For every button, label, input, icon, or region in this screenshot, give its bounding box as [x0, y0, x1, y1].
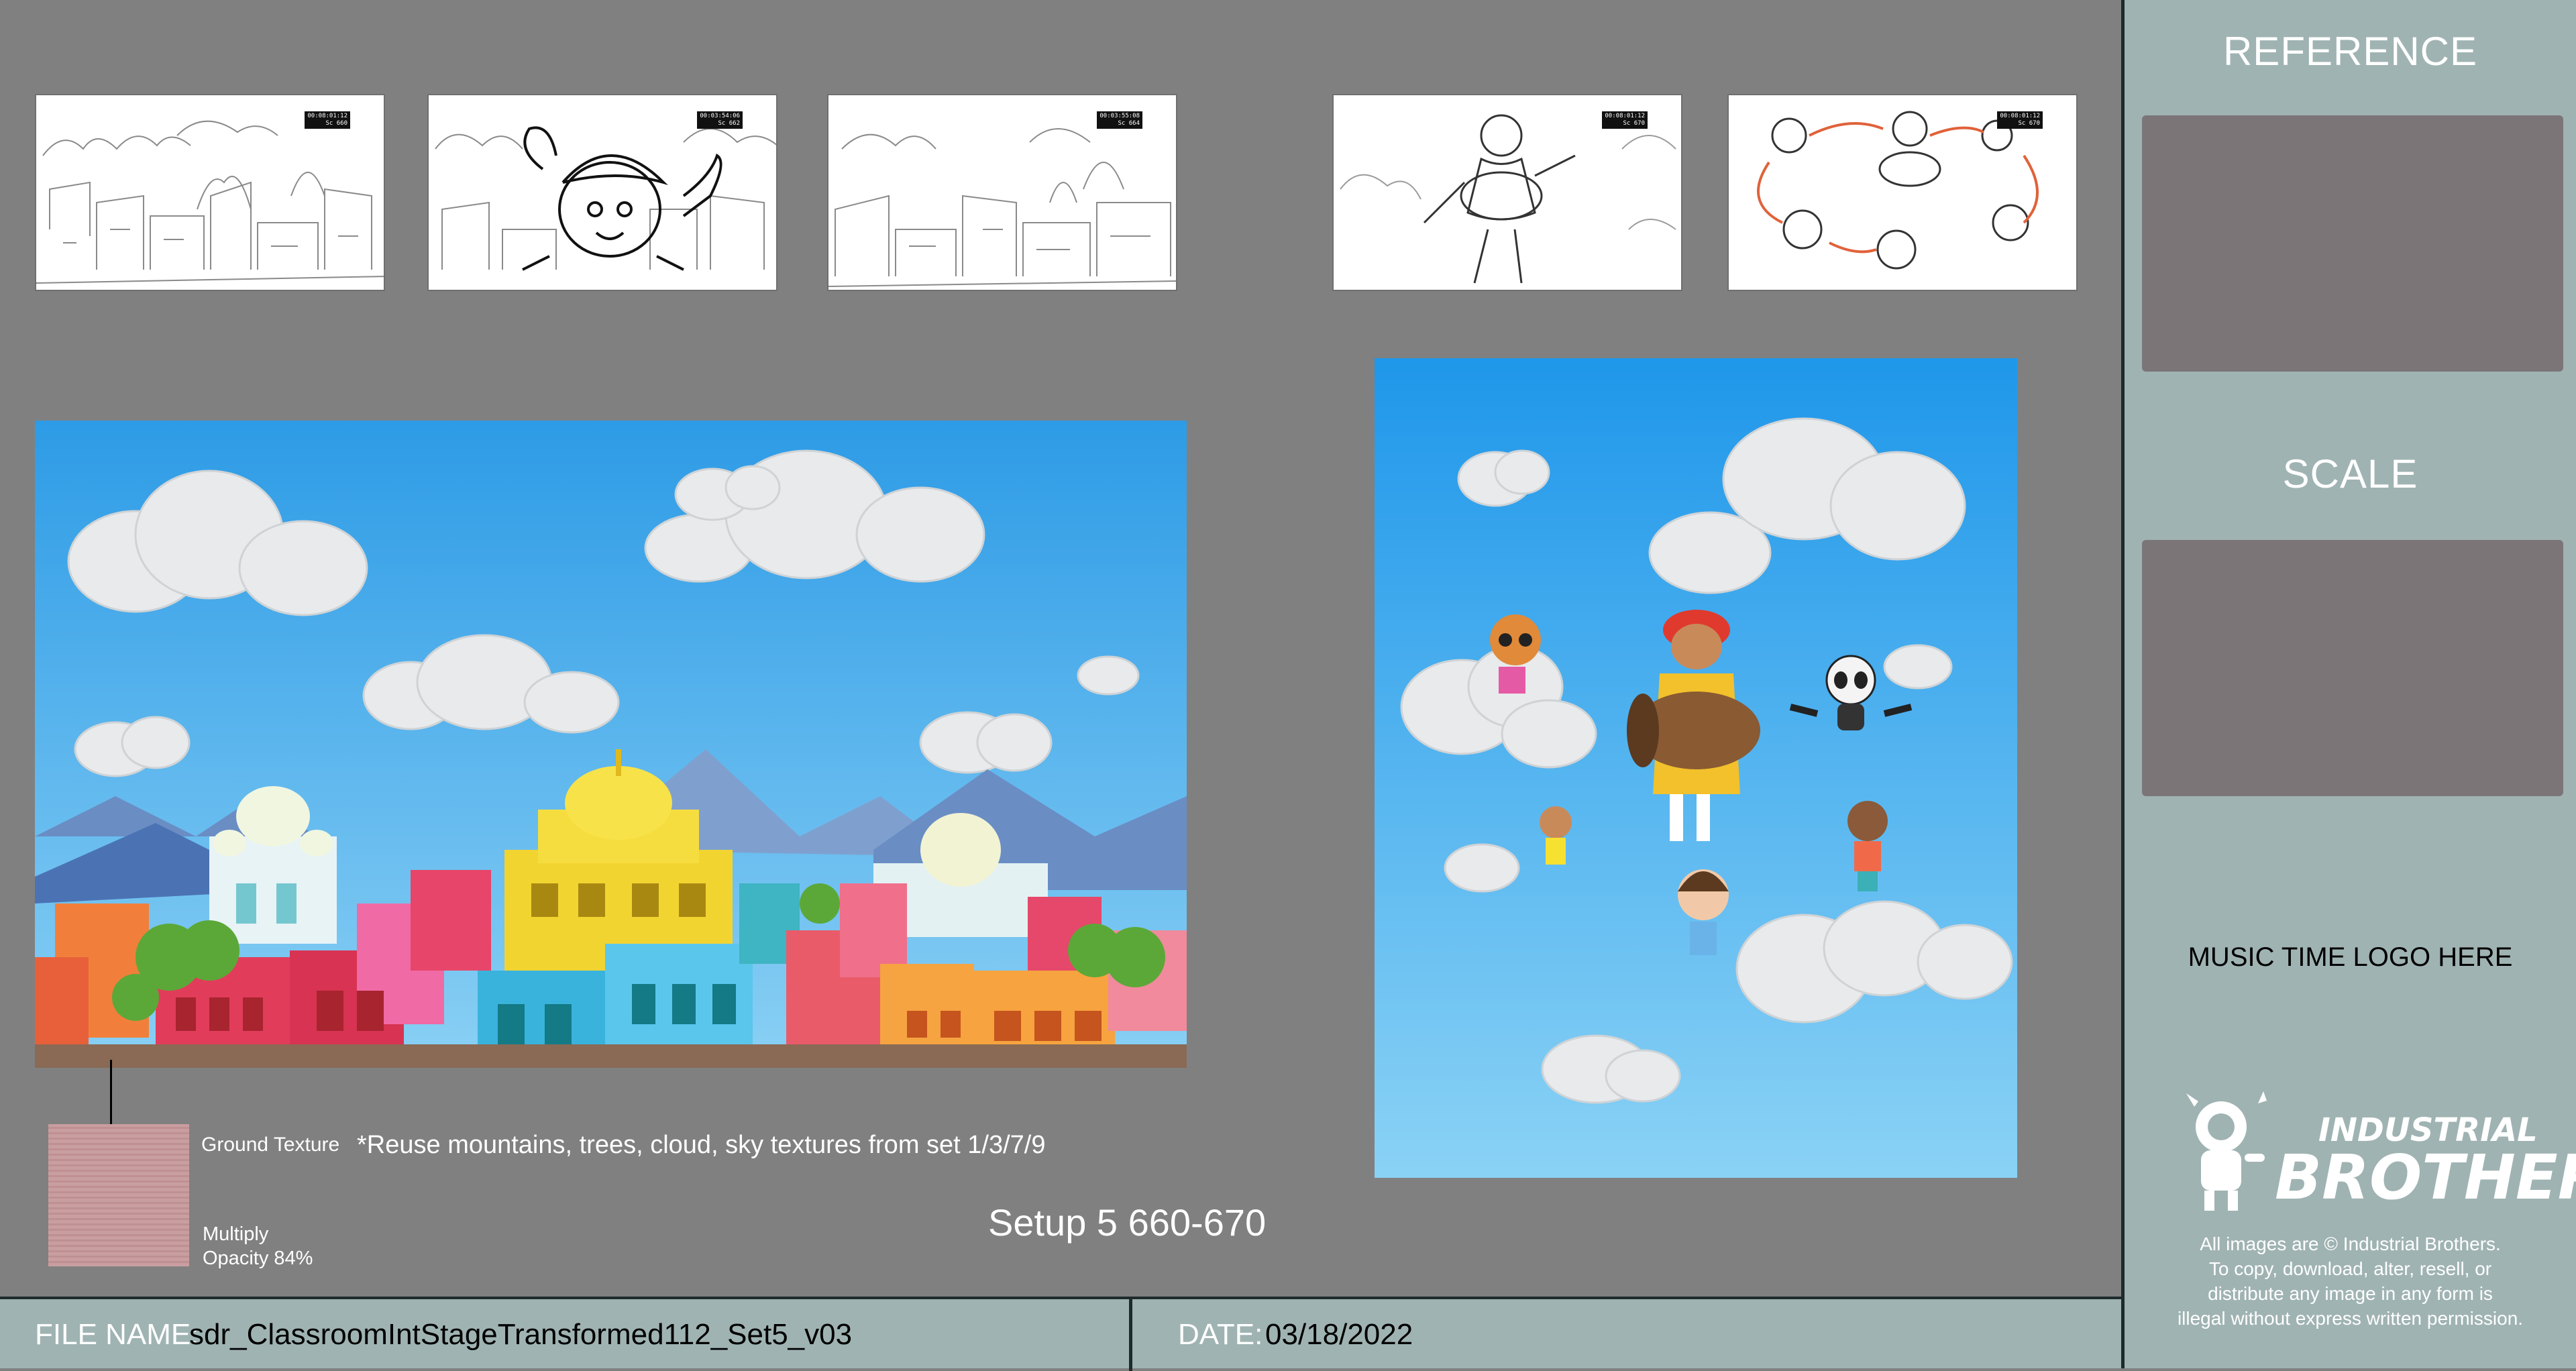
side-panel: REFERENCE SCALE MUSIC TIME LOGO HERE IND…	[2121, 0, 2576, 1368]
timecode: 00:03:55:08 Sc 664	[1097, 111, 1142, 129]
storyboard-frame-3[interactable]: 00:03:55:08 Sc 664	[827, 94, 1177, 291]
storyboard-frame-1[interactable]: 00:08:01:12 Sc 660	[35, 94, 385, 291]
scale-title: SCALE	[2282, 451, 2418, 496]
scene-number: Sc 670	[2018, 120, 2040, 127]
brand-name-line2: BROTHERS	[2275, 1142, 2576, 1213]
footer-bar: FILE NAME: sdr_ClassroomIntStageTransfor…	[0, 1297, 2121, 1371]
ground-texture-swatch	[48, 1124, 189, 1266]
reuse-note: *Reuse mountains, trees, cloud, sky text…	[357, 1131, 1046, 1159]
ground	[35, 1044, 1187, 1068]
timecode-value: 00:08:01:12	[307, 113, 347, 119]
storyboard-frame-5[interactable]: 00:08:01:12 Sc 670	[1727, 94, 2078, 291]
timecode: 00:08:01:12 Sc 670	[1997, 111, 2043, 129]
ground-texture-label: Ground Texture	[201, 1134, 340, 1156]
scene-number: Sc 670	[1623, 120, 1645, 127]
file-name-label: FILE NAME:	[35, 1318, 199, 1351]
file-name-value: sdr_ClassroomIntStageTransformed112_Set5…	[189, 1318, 853, 1351]
scene-number: Sc 662	[718, 120, 740, 127]
setup-label: Setup 5 660-670	[988, 1201, 1267, 1244]
characters-artwork[interactable]	[1375, 358, 2017, 1178]
timecode: 00:08:01:12 Sc 670	[1602, 111, 1648, 129]
timecode: 00:03:54:06 Sc 662	[697, 111, 743, 129]
scene-number: Sc 664	[1118, 120, 1140, 127]
storyboard-frame-4[interactable]: 00:08:01:12 Sc 670	[1332, 94, 1682, 291]
scene-number: Sc 660	[325, 120, 347, 127]
reference-placeholder[interactable]	[2142, 115, 2563, 372]
cloud	[1444, 843, 1520, 893]
timecode-value: 00:03:54:06	[700, 113, 740, 119]
blend-mode: Multiply	[203, 1223, 269, 1245]
blend-mode-info: Multiply Opacity 84%	[203, 1222, 313, 1270]
robot-mascot-icon	[2186, 1091, 2267, 1211]
footer-divider	[1129, 1299, 1132, 1371]
timecode: 00:08:01:12 Sc 660	[305, 111, 350, 129]
industrial-brothers-logo: INDUSTRIAL BROTHERS	[2181, 1087, 2576, 1221]
reference-title: REFERENCE	[2222, 29, 2478, 74]
copyright-line: All images are © Industrial Brothers.	[2200, 1233, 2501, 1254]
cloud	[1077, 655, 1140, 696]
city-background-artwork[interactable]	[35, 421, 1187, 1068]
logo-placeholder-text: MUSIC TIME LOGO HERE	[2188, 942, 2513, 972]
scale-placeholder[interactable]	[2142, 540, 2563, 796]
storyboard-frame-2[interactable]: 00:03:54:06 Sc 662	[427, 94, 777, 291]
timecode-value: 00:03:55:08	[1099, 113, 1140, 119]
copyright-notice: All images are © Industrial Brothers. To…	[2125, 1231, 2576, 1331]
timecode-value: 00:08:01:12	[2000, 113, 2040, 119]
timecode-value: 00:08:01:12	[1605, 113, 1645, 119]
cloud	[1883, 644, 1953, 690]
copyright-line: To copy, download, alter, resell, or	[2208, 1258, 2492, 1279]
copyright-line: distribute any image in any form is	[2208, 1283, 2493, 1304]
cloud	[919, 711, 1053, 774]
date-value: 03/18/2022	[1265, 1318, 1413, 1351]
date-label: DATE:	[1178, 1318, 1263, 1351]
opacity-value: Opacity 84%	[203, 1248, 313, 1269]
copyright-line: illegal without express written permissi…	[2177, 1308, 2524, 1329]
